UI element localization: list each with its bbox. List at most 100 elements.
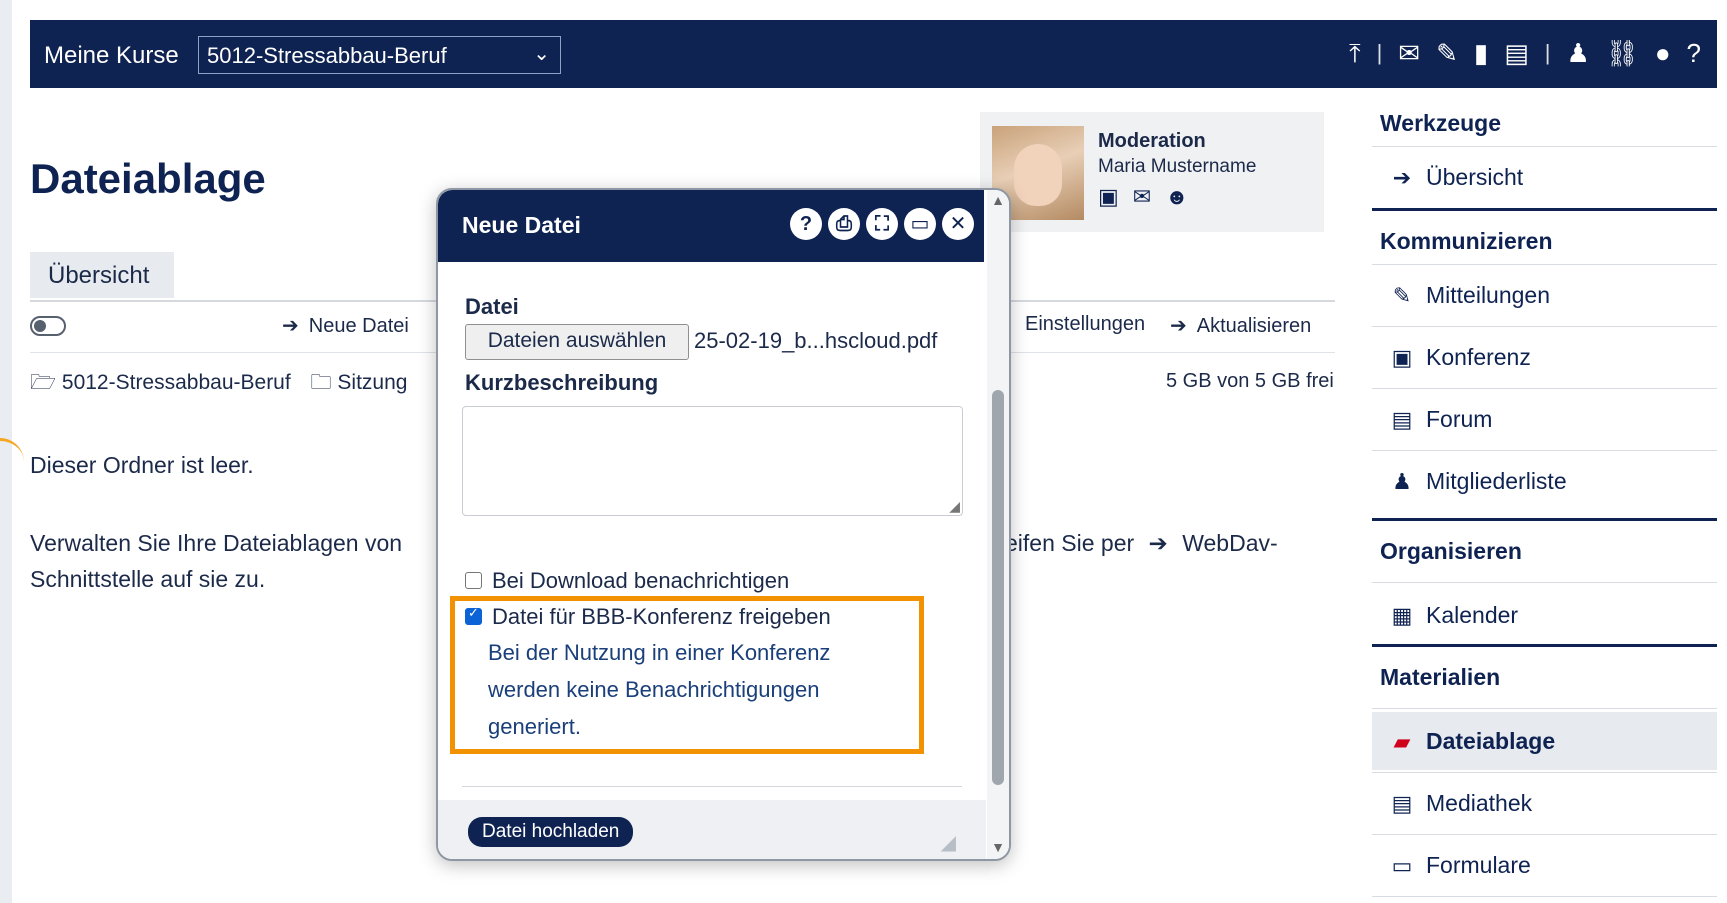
sidebar-item-kalender[interactable]: ▦ Kalender (1372, 586, 1717, 644)
dialog-buttons: ? ⎙ ⛶ ▭ ✕ (790, 208, 974, 240)
sidebar-item-uebersicht[interactable]: ➔ Übersicht (1372, 148, 1717, 206)
sidebar-heading-organisieren: Organisieren (1380, 538, 1522, 564)
user-icon[interactable]: ♟ (1566, 38, 1589, 68)
notes-icon[interactable]: ▤ (1504, 38, 1529, 68)
webdav-text-line1: Verwalten Sie Ihre Dateiablagen von (30, 530, 403, 556)
sidebar-item-forum[interactable]: ▤ Forum (1372, 390, 1717, 448)
choose-files-button[interactable]: Dateien auswählen (465, 324, 689, 360)
sidebar-item-mediathek[interactable]: ▤ Mediathek (1372, 774, 1717, 832)
empty-folder-text: Dieser Ordner ist leer. (30, 452, 254, 478)
mail-icon[interactable]: ✉ (1133, 184, 1151, 210)
notify-option[interactable]: Bei Download benachrichtigen (465, 568, 789, 594)
notify-checkbox[interactable] (465, 571, 482, 589)
course-select[interactable]: 5012-Stressabbau-Beruf ⌄ (198, 36, 561, 74)
scroll-down-icon[interactable]: ▼ (991, 839, 1005, 855)
sidebar-item-label: Forum (1426, 406, 1493, 432)
message-icon: ✎ (1392, 283, 1412, 308)
support-icon[interactable]: ● (1655, 38, 1671, 68)
moderation-icons: ▣ ✉ ☻ (1098, 184, 1188, 210)
scroll-up-icon[interactable]: ▲ (991, 192, 1005, 208)
refresh-link[interactable]: ➔ Aktualisieren (1170, 313, 1311, 338)
moderation-card: Moderation Maria Mustername ▣ ✉ ☻ (980, 112, 1324, 232)
sidebar-heading-kommunizieren: Kommunizieren (1380, 228, 1553, 254)
new-file-link[interactable]: ➔ Neue Datei (282, 313, 409, 338)
sidebar-item-label: Mediathek (1426, 790, 1533, 816)
arrow-right-icon: ➔ (1148, 530, 1168, 556)
file-label: Datei (465, 294, 519, 319)
view-toggle[interactable] (30, 316, 66, 336)
new-file-label: Neue Datei (308, 315, 409, 337)
divider (1372, 772, 1717, 773)
divider (1372, 388, 1717, 389)
dialog-title: Neue Datei (462, 212, 581, 238)
description-textarea[interactable]: ◢ (462, 406, 963, 516)
tab-overview[interactable]: Übersicht (30, 252, 174, 298)
close-icon[interactable]: ✕ (942, 208, 974, 240)
scrollbar-thumb[interactable] (992, 390, 1004, 785)
breadcrumb-folder[interactable]: Sitzung (337, 371, 407, 394)
help-icon[interactable]: ? (1687, 38, 1701, 68)
dialog-footer: Datei hochladen ◢ (438, 800, 986, 859)
separator: | (1376, 40, 1383, 65)
print-icon[interactable]: ⎙ (828, 208, 860, 240)
divider (1372, 896, 1717, 897)
vcard-icon[interactable]: ▣ (1098, 184, 1119, 210)
notify-label: Bei Download benachrichtigen (492, 568, 790, 593)
mail-icon[interactable]: ✉ (1398, 38, 1420, 68)
smiley-icon[interactable]: ☻ (1165, 184, 1188, 210)
sidebar-item-konferenz[interactable]: ▣ Konferenz (1372, 328, 1717, 386)
sidebar-item-label: Mitteilungen (1426, 282, 1551, 308)
maximize-icon[interactable]: ⛶ (866, 208, 898, 240)
settings-link[interactable]: Einstellungen (1025, 313, 1145, 336)
form-icon: ▭ (1391, 853, 1413, 878)
highlight-frame (450, 596, 924, 754)
webdav-text-rest: auf sie zu. (154, 566, 266, 592)
sidebar-item-mitgliederliste[interactable]: ♟ Mitgliederliste (1372, 452, 1717, 510)
webdav-text-right-part: eifen Sie per (1005, 530, 1135, 556)
sidebar-item-formulare[interactable]: ▭ Formulare (1372, 836, 1717, 894)
course-select-value: 5012-Stressabbau-Beruf (207, 43, 447, 68)
minimize-icon[interactable]: ▭ (904, 208, 936, 240)
resize-grip-icon[interactable]: ◢ (941, 830, 956, 855)
sidebar-heading-materialien: Materialien (1380, 664, 1501, 690)
divider (1372, 264, 1717, 265)
calendar-icon: ▦ (1391, 603, 1413, 628)
sidebar-item-label: Übersicht (1426, 164, 1524, 190)
webdav-interface-link[interactable]: Schnittstelle (30, 566, 154, 592)
arrow-right-icon: ➔ (282, 315, 299, 337)
new-file-dialog: Neue Datei ? ⎙ ⛶ ▭ ✕ ▲ ▼ Datei Dateien a… (436, 188, 1011, 861)
conference-icon: ▣ (1391, 345, 1413, 370)
upload-icon[interactable]: ⤒ (1349, 38, 1361, 68)
sidebar-item-dateiablage[interactable]: ▰ Dateiablage (1372, 712, 1717, 770)
resize-grip-icon[interactable]: ◢ (949, 498, 960, 515)
moderation-title: Moderation (1098, 130, 1206, 152)
help-icon[interactable]: ? (790, 208, 822, 240)
divider (462, 786, 962, 787)
divider (1372, 708, 1717, 709)
forum-icon: ▤ (1391, 407, 1413, 432)
sidebar-item-label: Mitgliederliste (1426, 468, 1567, 494)
members-icon: ♟ (1392, 469, 1412, 494)
link-icon[interactable]: ⛓ (1606, 38, 1639, 68)
storage-quota: 5 GB von 5 GB frei (1166, 370, 1334, 392)
bookmark-icon[interactable]: ▮ (1474, 38, 1488, 68)
divider (1372, 582, 1717, 583)
arrow-right-icon: ➔ (1392, 165, 1412, 190)
chevron-down-icon: ⌄ (533, 43, 550, 65)
divider (1372, 518, 1717, 521)
sidebar-item-label: Konferenz (1426, 344, 1531, 370)
breadcrumb-root[interactable]: 5012-Stressabbau-Beruf (62, 371, 291, 394)
divider (1372, 834, 1717, 835)
webdav-link[interactable]: WebDav- (1182, 530, 1277, 556)
sidebar-item-mitteilungen[interactable]: ✎ Mitteilungen (1372, 266, 1717, 324)
upload-button[interactable]: Datei hochladen (468, 817, 634, 847)
scrollbar[interactable]: ▲ ▼ (987, 190, 1009, 859)
dialog-header[interactable]: Neue Datei ? ⎙ ⛶ ▭ ✕ (438, 190, 984, 262)
divider (1372, 326, 1717, 327)
webdav-text-right: eifen Sie per ➔ WebDav- (1005, 530, 1278, 557)
refresh-label: Aktualisieren (1196, 315, 1312, 337)
sidebar-item-label: Formulare (1426, 852, 1531, 878)
selected-file-name: 25-02-19_b...hscloud.pdf (694, 328, 938, 353)
edit-icon[interactable]: ✎ (1436, 38, 1458, 68)
divider (1372, 450, 1717, 451)
